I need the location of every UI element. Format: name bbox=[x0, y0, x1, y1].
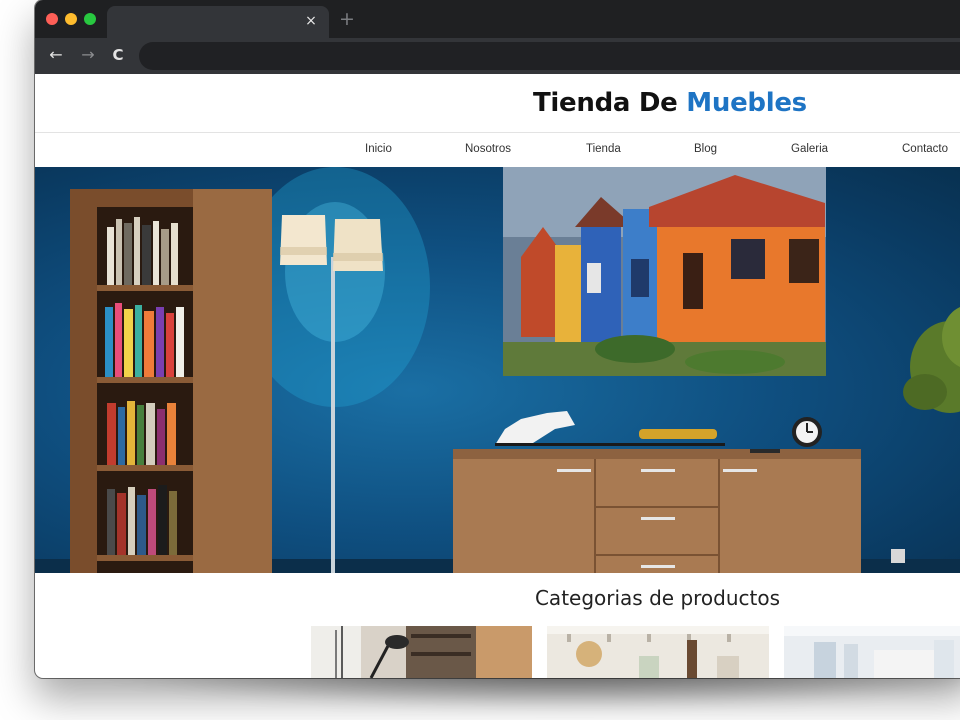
sideboard-decor bbox=[495, 411, 822, 453]
browser-window: × + ← → C Tienda De Muebles Inicio Nosot… bbox=[35, 0, 960, 678]
browser-tab[interactable]: × bbox=[107, 6, 329, 38]
categories-heading: Categorias de productos bbox=[534, 586, 781, 610]
category-card[interactable] bbox=[311, 626, 532, 678]
site-title[interactable]: Tienda De Muebles bbox=[533, 88, 807, 118]
reload-icon[interactable]: C bbox=[109, 44, 127, 66]
category-card[interactable] bbox=[784, 626, 960, 678]
minimize-window-button[interactable] bbox=[65, 13, 77, 25]
bookshelf bbox=[70, 189, 272, 573]
browser-toolbar: ← → C bbox=[35, 38, 960, 74]
nav-item-tienda[interactable]: Tienda bbox=[586, 143, 621, 155]
title-bar: × + bbox=[35, 0, 960, 38]
hero-banner bbox=[35, 167, 960, 573]
plant bbox=[903, 307, 960, 413]
nav-item-contacto[interactable]: Contacto bbox=[902, 143, 948, 155]
site-title-accent: Muebles bbox=[686, 88, 807, 118]
wall-outlet bbox=[891, 549, 905, 563]
category-image bbox=[547, 626, 769, 678]
nav-item-nosotros[interactable]: Nosotros bbox=[465, 143, 511, 155]
maximize-window-button[interactable] bbox=[84, 13, 96, 25]
nav-item-galeria[interactable]: Galeria bbox=[791, 143, 828, 155]
category-image bbox=[311, 626, 532, 678]
arrow-left-icon[interactable]: ← bbox=[47, 44, 65, 66]
address-bar[interactable] bbox=[139, 42, 960, 70]
site-title-main: Tienda De bbox=[533, 88, 687, 118]
hero-image bbox=[35, 167, 960, 573]
close-icon[interactable]: × bbox=[303, 12, 319, 30]
main-navigation: Inicio Nosotros Tienda Blog Galeria Cont… bbox=[35, 133, 960, 167]
wall-painting bbox=[503, 167, 826, 376]
arrow-right-icon[interactable]: → bbox=[79, 44, 97, 66]
nav-item-blog[interactable]: Blog bbox=[694, 143, 717, 155]
plus-icon[interactable]: + bbox=[339, 8, 355, 30]
category-image bbox=[784, 626, 960, 678]
category-card[interactable] bbox=[547, 626, 769, 678]
close-window-button[interactable] bbox=[46, 13, 58, 25]
sideboard bbox=[453, 449, 861, 573]
nav-item-inicio[interactable]: Inicio bbox=[365, 143, 392, 155]
site-header: Tienda De Muebles bbox=[35, 74, 960, 132]
